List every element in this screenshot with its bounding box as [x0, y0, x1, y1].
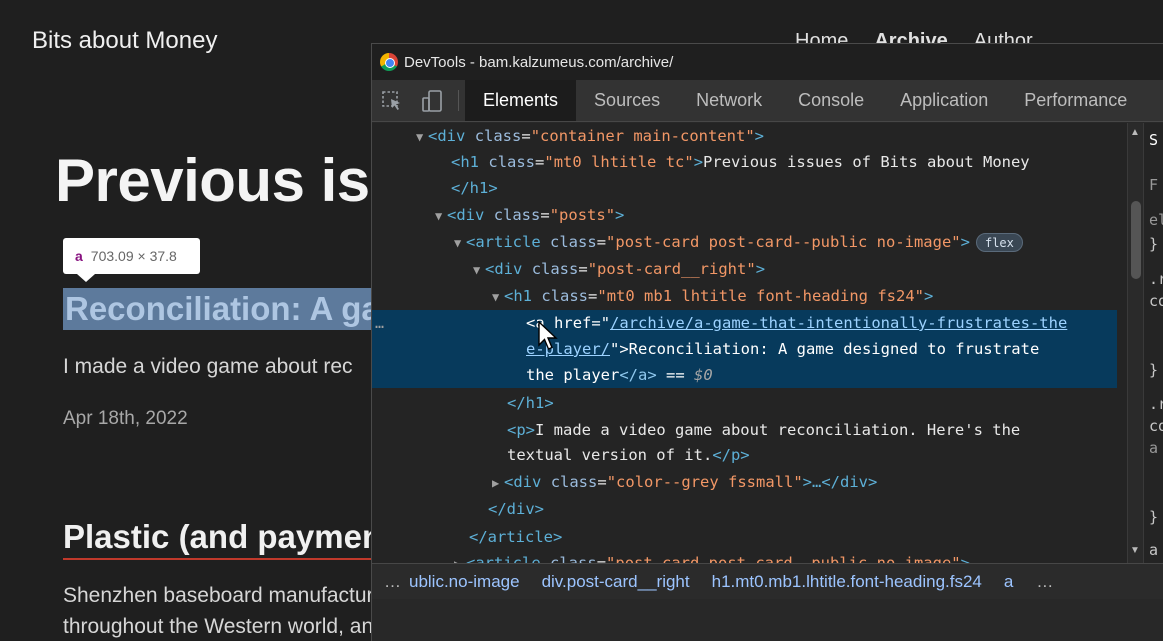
elements-tree: ▼ <div class="container main-content"> <h…: [372, 123, 1127, 563]
dom-node[interactable]: ▼ <div class="posts">: [435, 202, 624, 228]
inspect-tooltip-size: 703.09 × 37.8: [90, 248, 177, 264]
tab-performance[interactable]: Performance: [1006, 80, 1145, 121]
styles-fragment: }: [1149, 508, 1159, 526]
site-title[interactable]: Bits about Money: [32, 27, 217, 55]
devtools-body: ▼ <div class="container main-content"> <h…: [372, 123, 1163, 563]
dom-node[interactable]: ▼ <article class="post-card post-card--pu…: [454, 229, 1023, 255]
selected-dom-node[interactable]: <a href="/archive/a-game-that-intentiona…: [372, 310, 1117, 388]
styles-fragment: a: [1149, 439, 1159, 457]
devtools-toolbar: Elements Sources Network Console Applica…: [372, 80, 1163, 122]
breadcrumb-more-right[interactable]: …: [1024, 572, 1061, 592]
devtools-title: DevTools - bam.kalzumeus.com/archive/: [404, 53, 674, 71]
chrome-icon: [380, 53, 398, 71]
collapse-triangle-icon[interactable]: ▶: [454, 551, 466, 563]
node-actions-ellipsis[interactable]: …: [375, 310, 384, 336]
breadcrumb-item[interactable]: div.post-card__right: [531, 572, 701, 592]
styles-fragment: .r: [1149, 395, 1163, 413]
device-toolbar-button[interactable]: [412, 80, 452, 121]
dom-node-text[interactable]: textual version of it.</p>: [507, 442, 750, 468]
inspect-tooltip-tag: a: [75, 248, 83, 264]
tab-sources[interactable]: Sources: [576, 80, 678, 121]
dom-node[interactable]: </h1>: [451, 175, 498, 201]
flex-badge[interactable]: flex: [975, 233, 1023, 252]
inspect-element-button[interactable]: [372, 80, 412, 121]
expand-triangle-icon[interactable]: ▼: [454, 230, 466, 256]
styles-fragment: a: [1149, 541, 1159, 559]
elements-scrollbar[interactable]: ▲ ▼: [1127, 123, 1143, 563]
breadcrumb-item[interactable]: ublic.no-image: [409, 572, 531, 592]
styles-fragment: co: [1149, 417, 1163, 435]
expand-triangle-icon[interactable]: ▼: [416, 124, 428, 150]
devtools-titlebar[interactable]: DevTools - bam.kalzumeus.com/archive/: [372, 44, 1163, 80]
tab-network[interactable]: Network: [678, 80, 780, 121]
styles-fragment: S: [1149, 131, 1159, 149]
href-link[interactable]: /archive/a-game-that-intentionally-frust…: [610, 314, 1067, 332]
post-title-link[interactable]: Plastic (and paymen: [63, 518, 383, 560]
post-title-link[interactable]: Reconciliation: A ga: [63, 288, 383, 330]
dom-node[interactable]: <h1 class="mt0 lhtitle tc">Previous issu…: [451, 149, 1030, 175]
collapse-triangle-icon[interactable]: ▶: [492, 470, 504, 496]
tab-console[interactable]: Console: [780, 80, 882, 121]
inspect-cursor-icon: [382, 90, 400, 110]
breadcrumb: … ublic.no-image div.post-card__right h1…: [372, 563, 1163, 599]
tab-elements[interactable]: Elements: [465, 80, 577, 121]
breadcrumb-more-left[interactable]: …: [372, 572, 409, 592]
dom-node[interactable]: ▼ <div class="container main-content">: [416, 123, 764, 149]
styles-fragment: .r: [1149, 270, 1163, 288]
post-date: Apr 18th, 2022: [63, 408, 188, 429]
styles-fragment: }: [1149, 361, 1159, 379]
styles-fragment: el: [1149, 211, 1163, 229]
expand-triangle-icon[interactable]: ▼: [473, 257, 485, 283]
dom-node[interactable]: ▶ <div class="color--grey fssmall">…</div…: [492, 469, 877, 495]
scrollbar-thumb[interactable]: [1131, 201, 1141, 279]
breadcrumb-item-current[interactable]: a: [993, 572, 1024, 592]
dom-node[interactable]: </h1>: [507, 390, 554, 416]
device-icon: [422, 89, 442, 112]
styles-fragment: F: [1149, 176, 1159, 194]
mouse-pointer-icon: [538, 321, 558, 350]
devtools-window: DevTools - bam.kalzumeus.com/archive/ El…: [371, 43, 1163, 641]
dom-node[interactable]: ▶<article class="post-card post-card--pu…: [454, 550, 970, 563]
tab-application[interactable]: Application: [882, 80, 1006, 121]
dom-node[interactable]: <p>I made a video game about reconciliat…: [507, 417, 1020, 443]
styles-pane[interactable]: S F el } .r co } .r co a } a: [1143, 123, 1163, 563]
dom-node[interactable]: </div>: [488, 496, 544, 522]
inspect-tooltip: a 703.09 × 37.8: [63, 238, 200, 282]
post-excerpt: I made a video game about rec: [63, 355, 353, 378]
styles-fragment: }: [1149, 235, 1159, 253]
dom-node[interactable]: ▼ <div class="post-card__right">: [473, 256, 765, 282]
expand-triangle-icon[interactable]: ▼: [492, 284, 504, 310]
breadcrumb-item[interactable]: h1.mt0.mb1.lhtitle.font-heading.fs24: [701, 572, 993, 592]
styles-fragment: co: [1149, 292, 1163, 310]
dom-node[interactable]: </article>: [469, 524, 562, 550]
toolbar-divider: [458, 90, 459, 111]
expand-triangle-icon[interactable]: ▼: [435, 203, 447, 229]
scroll-down-arrow-icon[interactable]: ▼: [1130, 545, 1140, 556]
scroll-up-arrow-icon[interactable]: ▲: [1130, 127, 1140, 138]
dom-node[interactable]: ▼ <h1 class="mt0 mb1 lhtitle font-heading…: [492, 283, 933, 309]
